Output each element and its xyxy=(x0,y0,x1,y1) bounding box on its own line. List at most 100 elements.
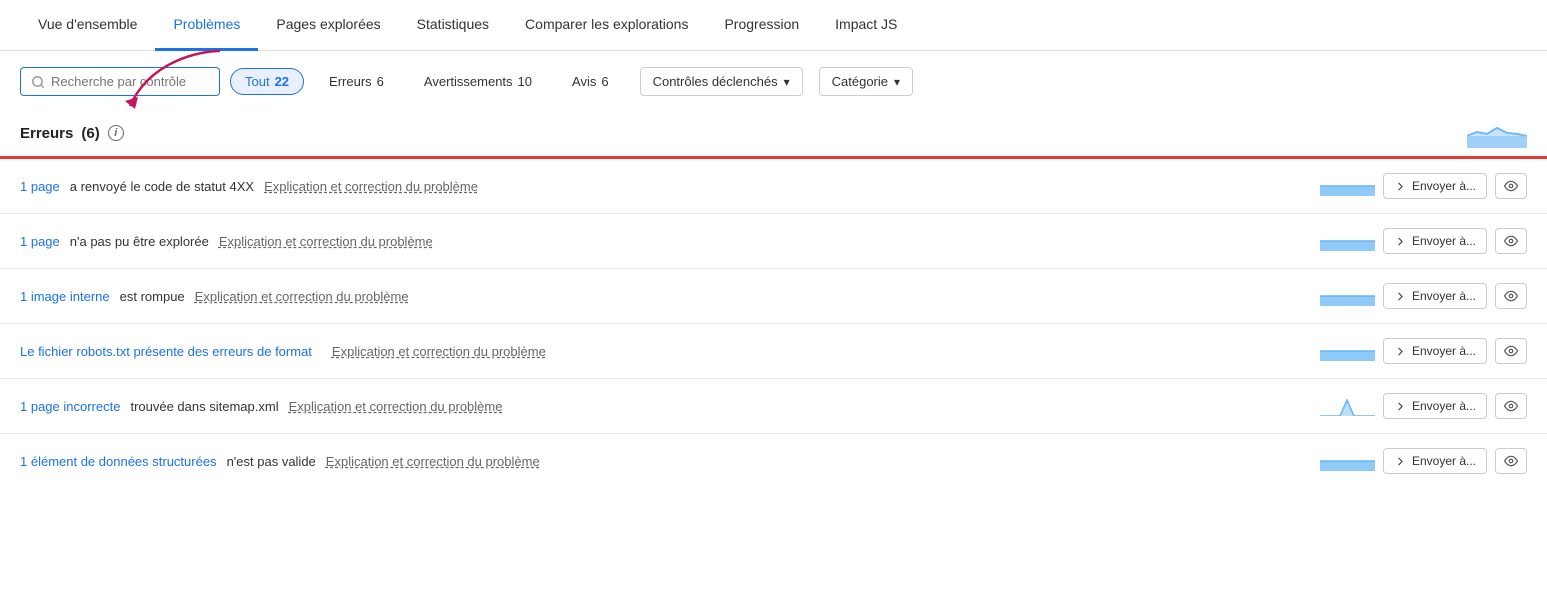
eye-button-4[interactable] xyxy=(1495,393,1527,419)
send-icon-3 xyxy=(1394,345,1407,358)
nav-item-probl-mes[interactable]: Problèmes xyxy=(155,0,258,51)
fix-link-2[interactable]: Explication et correction du problème xyxy=(195,289,409,304)
chevron-down-icon-2 xyxy=(894,74,900,89)
table-row: Le fichier robots.txt présente des erreu… xyxy=(0,324,1547,379)
search-box[interactable] xyxy=(20,67,220,96)
eye-icon-4 xyxy=(1504,399,1518,413)
nav-item-progression[interactable]: Progression xyxy=(706,0,817,51)
search-input[interactable] xyxy=(51,74,191,89)
filter-avis[interactable]: Avis 6 xyxy=(557,68,624,95)
eye-button-3[interactable] xyxy=(1495,338,1527,364)
eye-button-0[interactable] xyxy=(1495,173,1527,199)
send-button-2[interactable]: Envoyer à... xyxy=(1383,283,1487,309)
issue-actions-4: Envoyer à... xyxy=(1077,379,1547,434)
issue-link-2[interactable]: 1 image interne xyxy=(20,289,110,304)
mini-chart-1 xyxy=(1320,229,1375,254)
eye-icon-3 xyxy=(1504,344,1518,358)
issue-cell-1: 1 page n'a pas pu être explorée Explicat… xyxy=(0,214,1077,269)
chevron-down-icon xyxy=(784,74,790,89)
controles-dropdown[interactable]: Contrôles déclenchés xyxy=(640,67,803,96)
eye-button-5[interactable] xyxy=(1495,448,1527,474)
filter-tout-count: 22 xyxy=(275,74,289,89)
issue-actions-1: Envoyer à... xyxy=(1077,214,1547,269)
mini-chart-0 xyxy=(1320,174,1375,199)
send-icon-2 xyxy=(1394,290,1407,303)
send-button-0[interactable]: Envoyer à... xyxy=(1383,173,1487,199)
categorie-dropdown-label: Catégorie xyxy=(832,74,888,89)
issue-link-4[interactable]: 1 page incorrecte xyxy=(20,399,120,414)
mini-chart-2 xyxy=(1320,284,1375,309)
table-row: 1 page incorrecte trouvée dans sitemap.x… xyxy=(0,379,1547,434)
issue-link-1[interactable]: 1 page xyxy=(20,234,60,249)
filter-erreurs[interactable]: Erreurs 6 xyxy=(314,68,399,95)
issue-actions-5: Envoyer à... xyxy=(1077,434,1547,489)
issue-description-1: n'a pas pu être explorée xyxy=(70,234,209,249)
filter-erreurs-count: 6 xyxy=(377,74,384,89)
send-button-5[interactable]: Envoyer à... xyxy=(1383,448,1487,474)
toolbar: Tout 22 Erreurs 6 Avertissements 10 Avis… xyxy=(0,51,1547,108)
eye-icon-5 xyxy=(1504,454,1518,468)
section-header: Erreurs (6) i xyxy=(0,108,1547,156)
issue-description-4: trouvée dans sitemap.xml xyxy=(130,399,278,414)
send-icon-4 xyxy=(1394,400,1407,413)
mini-chart-4 xyxy=(1320,394,1375,419)
issue-cell-5: 1 élément de données structurées n'est p… xyxy=(0,434,1077,489)
section-title-group: Erreurs (6) i xyxy=(20,125,124,142)
nav-item-comparer-les-explorations[interactable]: Comparer les explorations xyxy=(507,0,706,51)
controles-dropdown-label: Contrôles déclenchés xyxy=(653,74,778,89)
issue-description-2: est rompue xyxy=(120,289,185,304)
issue-description-0: a renvoyé le code de statut 4XX xyxy=(70,179,254,194)
nav-bar: Vue d'ensembleProblèmesPages exploréesSt… xyxy=(0,0,1547,51)
issue-cell-3: Le fichier robots.txt présente des erreu… xyxy=(0,324,1077,379)
issue-cell-0: 1 page a renvoyé le code de statut 4XX E… xyxy=(0,159,1077,214)
section-title-label: Erreurs xyxy=(20,125,73,142)
issue-link-5[interactable]: 1 élément de données structurées xyxy=(20,454,217,469)
issue-actions-2: Envoyer à... xyxy=(1077,269,1547,324)
fix-link-1[interactable]: Explication et correction du problème xyxy=(219,234,433,249)
eye-button-2[interactable] xyxy=(1495,283,1527,309)
send-icon-1 xyxy=(1394,235,1407,248)
send-button-1[interactable]: Envoyer à... xyxy=(1383,228,1487,254)
issue-actions-3: Envoyer à... xyxy=(1077,324,1547,379)
send-icon-5 xyxy=(1394,455,1407,468)
eye-icon-2 xyxy=(1504,289,1518,303)
issue-cell-4: 1 page incorrecte trouvée dans sitemap.x… xyxy=(0,379,1077,434)
categorie-dropdown[interactable]: Catégorie xyxy=(819,67,913,96)
send-icon-0 xyxy=(1394,180,1407,193)
issue-cell-2: 1 image interne est rompue Explication e… xyxy=(0,269,1077,324)
filter-tout-label: Tout xyxy=(245,74,270,89)
filter-avis-label: Avis xyxy=(572,74,596,89)
fix-link-3[interactable]: Explication et correction du problème xyxy=(332,344,546,359)
nav-item-vue-d-ensemble[interactable]: Vue d'ensemble xyxy=(20,0,155,51)
issues-table: 1 page a renvoyé le code de statut 4XX E… xyxy=(0,159,1547,488)
fix-link-5[interactable]: Explication et correction du problème xyxy=(326,454,540,469)
issue-actions-0: Envoyer à... xyxy=(1077,159,1547,214)
table-row: 1 page n'a pas pu être explorée Explicat… xyxy=(0,214,1547,269)
section-count: (6) xyxy=(81,125,99,142)
nav-item-pages-explor-es[interactable]: Pages explorées xyxy=(258,0,398,51)
table-row: 1 page a renvoyé le code de statut 4XX E… xyxy=(0,159,1547,214)
filter-avis-count: 6 xyxy=(601,74,608,89)
issue-link-0[interactable]: 1 page xyxy=(20,179,60,194)
send-button-3[interactable]: Envoyer à... xyxy=(1383,338,1487,364)
filter-tout[interactable]: Tout 22 xyxy=(230,68,304,95)
mini-chart-5 xyxy=(1320,449,1375,474)
eye-button-1[interactable] xyxy=(1495,228,1527,254)
nav-item-statistiques[interactable]: Statistiques xyxy=(399,0,507,51)
eye-icon-0 xyxy=(1504,179,1518,193)
filter-avertissements-count: 10 xyxy=(518,74,532,89)
filter-avertissements-label: Avertissements xyxy=(424,74,513,89)
send-button-4[interactable]: Envoyer à... xyxy=(1383,393,1487,419)
mini-chart-3 xyxy=(1320,339,1375,364)
fix-link-4[interactable]: Explication et correction du problème xyxy=(289,399,503,414)
info-icon[interactable]: i xyxy=(108,125,124,141)
issue-link-3[interactable]: Le fichier robots.txt présente des erreu… xyxy=(20,344,312,359)
issue-description-5: n'est pas valide xyxy=(227,454,316,469)
eye-icon-1 xyxy=(1504,234,1518,248)
nav-item-impact-js[interactable]: Impact JS xyxy=(817,0,915,51)
search-icon xyxy=(31,75,45,89)
table-row: 1 image interne est rompue Explication e… xyxy=(0,269,1547,324)
section-chart-thumbnail xyxy=(1467,118,1527,148)
fix-link-0[interactable]: Explication et correction du problème xyxy=(264,179,478,194)
filter-avertissements[interactable]: Avertissements 10 xyxy=(409,68,547,95)
